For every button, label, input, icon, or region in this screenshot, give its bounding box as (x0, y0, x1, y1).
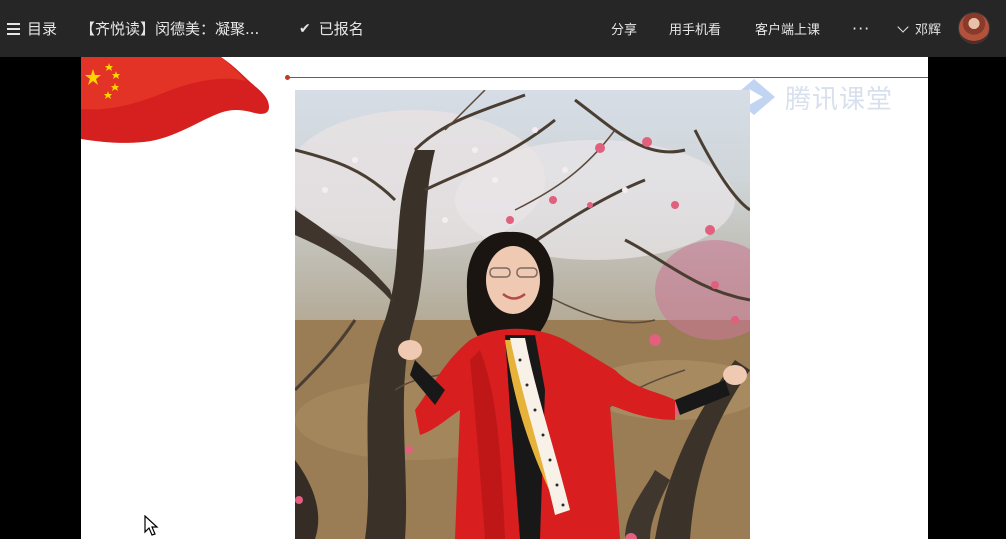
course-title: 【齐悦读】闵德美：凝聚... (80, 20, 260, 38)
user-menu[interactable]: 邓辉 (897, 0, 941, 57)
more-button[interactable]: ··· (852, 0, 870, 57)
catalog-label: 目录 (27, 20, 58, 38)
user-name: 邓辉 (915, 23, 942, 38)
watermark-text: 腾讯课堂 (785, 84, 894, 115)
tencent-classroom-watermark: 腾讯课堂 (731, 77, 906, 117)
presentation-slide: 腾讯课堂 (81, 57, 928, 539)
enrolled-status: ✔ 已报名 (299, 0, 364, 57)
share-button[interactable]: 分享 (611, 0, 637, 57)
client-class-button[interactable]: 客户端上课 (755, 0, 820, 57)
watch-on-mobile-button[interactable]: 用手机看 (669, 0, 721, 57)
slide-photo (295, 90, 750, 539)
china-flag-icon (81, 57, 269, 143)
top-toolbar: 目录 【齐悦读】闵德美：凝聚... ✔ 已报名 分享 用手机看 客户端上课 ··… (0, 0, 1006, 57)
woman-plum-blossom-photo (295, 90, 750, 539)
check-icon: ✔ (299, 20, 311, 37)
catalog-button[interactable]: 目录 (7, 0, 57, 57)
enrolled-label: 已报名 (318, 20, 364, 38)
avatar[interactable] (958, 12, 990, 44)
hamburger-icon (7, 23, 20, 35)
chevron-down-icon (897, 20, 909, 33)
mouse-cursor-icon (144, 515, 159, 536)
